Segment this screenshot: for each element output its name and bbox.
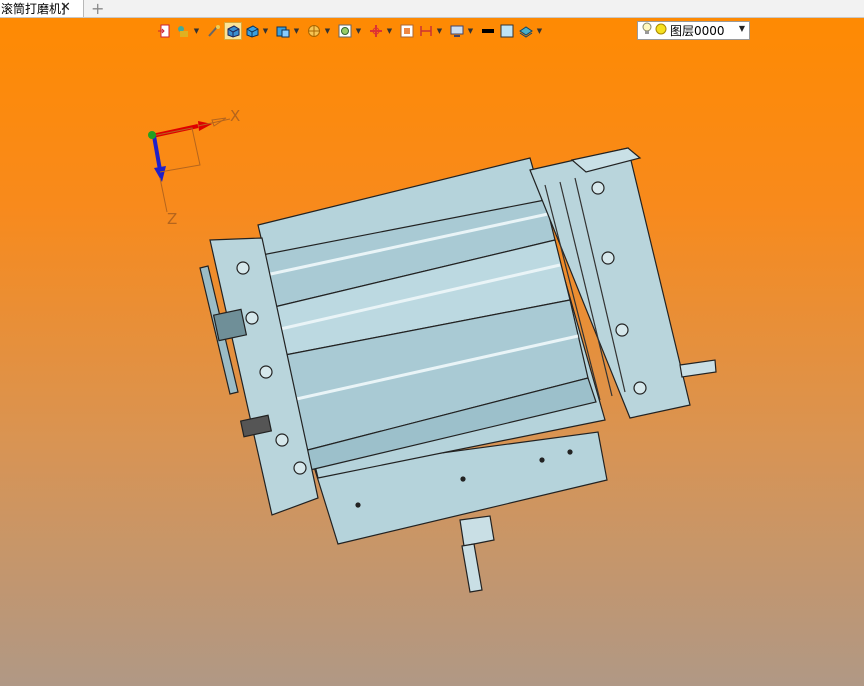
cad-model[interactable] bbox=[0, 0, 864, 686]
3d-viewport[interactable]: 滚筒打磨机] ✕ + ▼ ▼ ▼ ▼ ▼ ▼ ▼ ▼ ▼ 图层0000 ▼ X … bbox=[0, 0, 864, 686]
